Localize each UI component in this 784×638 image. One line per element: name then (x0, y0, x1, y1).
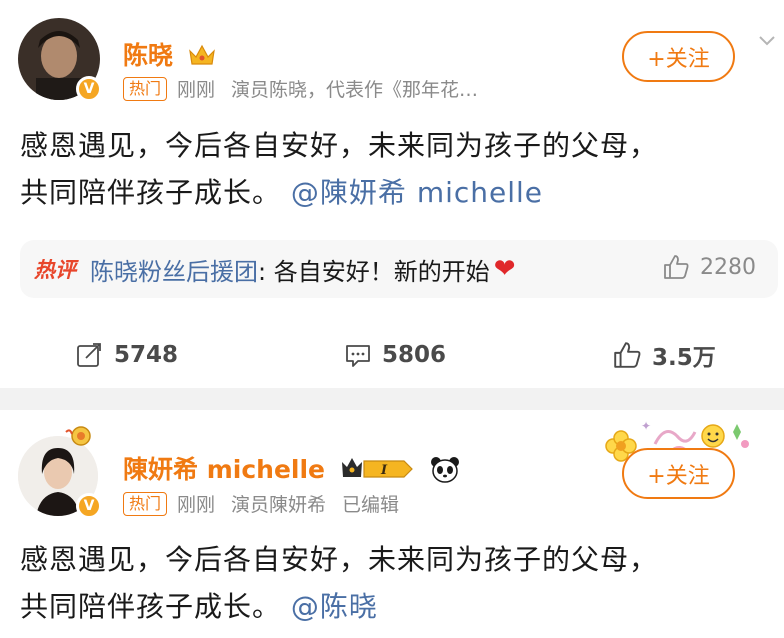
verified-badge-icon: V (76, 76, 102, 102)
like-button[interactable]: 3.5万 (612, 330, 716, 380)
repost-icon (77, 343, 101, 367)
author-name[interactable]: 陳妍希 michelle I (123, 450, 460, 486)
author-bio: 演员陳妍希 (231, 494, 327, 516)
hot-comment-label: 热评 (34, 258, 76, 282)
author-name[interactable]: 陈晓 (123, 36, 216, 72)
thumbs-up-icon (614, 342, 641, 368)
author-bio: 演员陈晓，代表作《那年花… (231, 79, 479, 101)
hot-comment-like-count: 2280 (700, 254, 756, 280)
follow-button[interactable]: +关注 (622, 31, 735, 82)
comment-icon (346, 345, 370, 367)
post-divider (0, 388, 784, 410)
verified-badge-icon: V (76, 493, 102, 519)
chevron-down-icon[interactable] (758, 32, 776, 50)
mention-link[interactable]: @陳妍希 michelle (291, 176, 543, 209)
like-count: 3.5万 (652, 345, 716, 371)
svg-text:✦: ✦ (641, 419, 651, 433)
thumbs-up-icon (664, 255, 689, 279)
action-bar: 5748 5806 3.5万 (0, 330, 784, 380)
repost-count: 5748 (114, 342, 179, 368)
edited-label: 已编辑 (342, 494, 400, 516)
comment-button[interactable]: 5806 (344, 330, 446, 380)
post-time: 刚刚 (177, 494, 216, 516)
avatar-ornament-icon (65, 426, 91, 446)
heart-icon: ❤ (493, 254, 516, 284)
hot-tag: 热门 (123, 76, 168, 101)
hot-comment-user[interactable]: 陈晓粉丝后援团 (90, 252, 258, 287)
hot-tag: 热门 (123, 491, 168, 516)
hot-comment-like[interactable]: 2280 (662, 254, 756, 280)
hot-comment-text: : 各自安好！新的开始 (258, 257, 490, 286)
comment-count: 5806 (382, 342, 447, 368)
follow-button[interactable]: +关注 (622, 448, 735, 499)
post-time: 刚刚 (177, 79, 216, 101)
repost-button[interactable]: 5748 (76, 330, 178, 380)
mention-link[interactable]: @陈晓 (291, 590, 378, 623)
member-level-badge-icon: I (341, 458, 413, 478)
hot-comment[interactable]: 热评 陈晓粉丝后援团 : 各自安好！新的开始 ❤ 2280 (20, 240, 778, 298)
post-body: 感恩遇见，今后各自安好，未来同为孩子的父母， 共同陪伴孩子成长。 @陈晓 (20, 543, 659, 623)
post-meta: 热门 刚刚 演员陈晓，代表作《那年花… (123, 75, 494, 102)
post-card: V 陈晓 热门 刚刚 演员陈晓，代表作《那年花… +关注 感恩遇见，今后各自安好… (0, 0, 784, 388)
crown-icon (188, 44, 215, 65)
post-card: V 陳妍希 michelle I 热门 刚刚 演员陳妍希 已编辑 ✦ +关注 感… (0, 410, 784, 638)
post-meta: 热门 刚刚 演员陳妍希 已编辑 (123, 490, 415, 517)
svg-text:I: I (380, 463, 388, 478)
post-body: 感恩遇见，今后各自安好，未来同为孩子的父母， 共同陪伴孩子成长。 @陳妍希 mi… (20, 129, 659, 209)
panda-icon (431, 457, 460, 483)
